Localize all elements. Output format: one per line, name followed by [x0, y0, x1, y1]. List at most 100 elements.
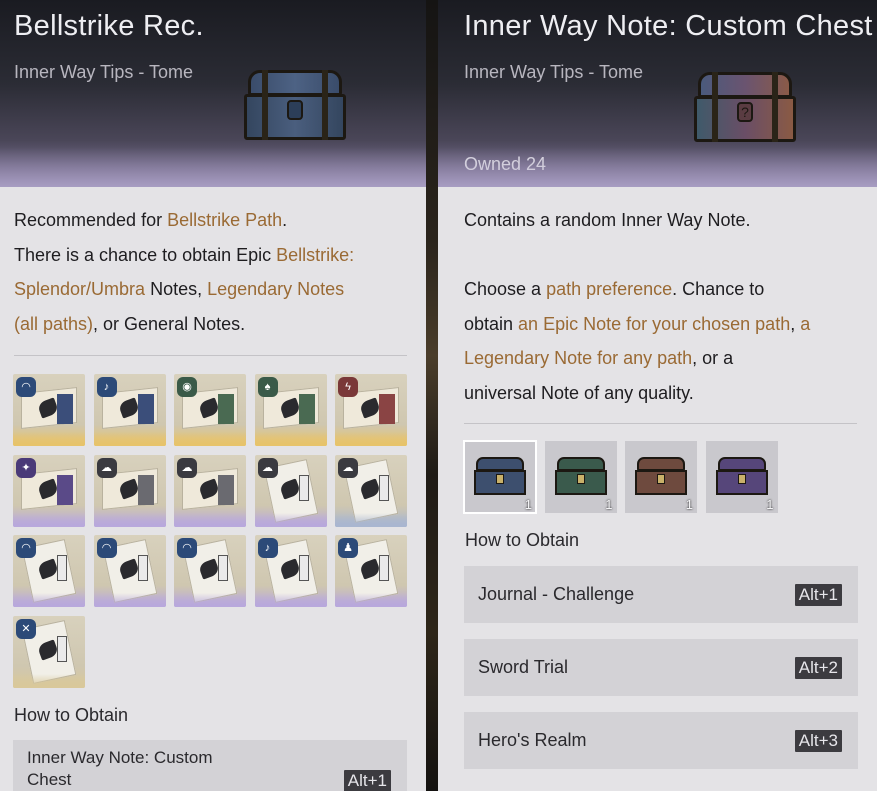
- chest-icon: [474, 457, 526, 495]
- rarity-glow: [13, 432, 85, 446]
- swirl-badge-note-icon[interactable]: ♪: [93, 374, 166, 446]
- item-title: Bellstrike Rec.: [14, 10, 204, 42]
- rarity-glow: [13, 512, 85, 527]
- path-badge-icon: ♪: [257, 538, 278, 558]
- obtain-source-name: Sword Trial: [478, 657, 569, 677]
- desc-text: Notes,: [145, 279, 208, 299]
- path-badge-icon: ♪: [96, 377, 117, 397]
- rainbow-book-note-icon[interactable]: ◠: [93, 535, 166, 607]
- desc-highlight: Bellstrike:: [276, 244, 355, 265]
- rarity-glow: [174, 512, 246, 527]
- path-badge-icon: ☁: [338, 457, 358, 478]
- chest-quantity: 1: [766, 497, 774, 512]
- note-strip: [298, 394, 315, 424]
- desc-text: . Chance to: [672, 279, 765, 299]
- path-badge-icon: ◠: [177, 538, 197, 558]
- crossed-swords-book-note-icon[interactable]: ✕: [13, 615, 85, 688]
- item-description: Recommended for Bellstrike Path. There i…: [14, 203, 414, 341]
- drop-badge-note-icon[interactable]: ♠: [254, 374, 327, 446]
- obtain-source-sword-trial[interactable]: Sword Trial Alt+2: [464, 639, 858, 696]
- blue-chest-icon: [244, 70, 346, 140]
- path-badge-icon: ◠: [16, 377, 36, 397]
- path-badge-icon: ◉: [177, 377, 197, 397]
- chest-variant-slot[interactable]: 1: [544, 441, 617, 513]
- item-category: Inner Way Tips - Tome: [14, 62, 194, 82]
- path-badge-icon: ☁: [96, 457, 117, 478]
- obtain-source-journal-challenge[interactable]: Journal - Challenge Alt+1: [464, 566, 858, 623]
- seal-badge-note-icon[interactable]: ◉: [174, 374, 246, 446]
- rarity-glow: [13, 593, 85, 607]
- rarity-glow: [93, 432, 166, 446]
- wave-book-note-icon[interactable]: ◠: [13, 535, 85, 607]
- flame-badge-note-icon[interactable]: ✦: [13, 454, 85, 527]
- note-strip: [137, 394, 154, 424]
- drop-book-note-icon[interactable]: ♪: [254, 535, 327, 607]
- bolt-badge-note-icon[interactable]: ϟ: [335, 374, 407, 446]
- note-strip: [57, 394, 73, 424]
- divider: [14, 355, 407, 356]
- question-card-note-icon[interactable]: ☁: [335, 454, 407, 527]
- obtain-source-name: Journal - Challenge: [478, 584, 635, 604]
- rarity-glow: [335, 593, 407, 607]
- chest-variant-slot[interactable]: 1: [705, 441, 778, 513]
- rainbow-book-note-icon[interactable]: ◠: [174, 535, 246, 607]
- note-strip: [379, 555, 389, 581]
- note-strip: [137, 555, 148, 581]
- obtain-line: Chest: [27, 770, 72, 789]
- figure-book-note-icon[interactable]: ♟: [335, 535, 407, 607]
- note-strip: [57, 555, 67, 581]
- divider: [464, 423, 857, 424]
- obtain-source-custom-chest[interactable]: Inner Way Note: Custom Chest Alt+1: [13, 740, 407, 791]
- shortcut-key: Alt+2: [794, 657, 842, 679]
- note-strip: [298, 474, 309, 501]
- how-to-obtain-label: How to Obtain: [14, 705, 129, 725]
- desc-text: .: [282, 210, 288, 230]
- desc-text: universal Note of any quality.: [464, 382, 694, 403]
- note-strip: [137, 474, 154, 505]
- owned-count: Owned 24: [464, 154, 547, 174]
- shortcut-key: Alt+3: [794, 730, 842, 752]
- obtain-source-name: Hero's Realm: [478, 730, 587, 750]
- note-strip: [218, 474, 234, 505]
- path-badge-icon: ☁: [177, 457, 197, 478]
- wave-badge-note-icon[interactable]: ◠: [13, 374, 85, 446]
- chest-variant-slot[interactable]: 1: [625, 441, 697, 513]
- chest-icon: [554, 457, 607, 495]
- desc-highlight: an Epic Note for your chosen path: [518, 313, 791, 334]
- path-badge-icon: ✕: [16, 618, 36, 639]
- path-badge-icon: ☁: [257, 457, 278, 478]
- cloud-badge-note-icon[interactable]: ☁: [93, 454, 166, 527]
- note-strip: [57, 474, 73, 505]
- obtain-source-name: Inner Way Note: Custom Chest: [27, 747, 213, 791]
- shortcut-key: Alt+1: [343, 770, 391, 791]
- obtain-source-heros-realm[interactable]: Hero's Realm Alt+3: [464, 712, 858, 769]
- cloud-badge-note-icon[interactable]: ☁: [174, 454, 246, 527]
- question-note-icon[interactable]: ☁: [254, 454, 327, 527]
- item-description: Contains a random Inner Way Note. Choose…: [464, 203, 869, 410]
- rarity-glow: [254, 512, 327, 527]
- path-badge-icon: ◠: [16, 538, 36, 558]
- desc-highlight: Legendary Note for any path: [464, 348, 693, 368]
- desc-text: ,: [790, 313, 801, 334]
- rarity-glow: [93, 593, 166, 607]
- desc-highlight: path preference: [546, 279, 673, 299]
- desc-highlight: (all paths): [14, 313, 94, 334]
- chest-icon: [635, 457, 687, 495]
- path-badge-icon: ♠: [257, 377, 278, 397]
- rarity-glow: [254, 593, 327, 607]
- desc-text: , or General Notes.: [93, 313, 246, 334]
- tooltip-header: Bellstrike Rec. Inner Way Tips - Tome: [0, 0, 426, 187]
- desc-highlight: a: [800, 313, 811, 334]
- mystery-chest-icon: ?: [694, 72, 796, 142]
- path-badge-icon: ♟: [338, 538, 358, 558]
- note-strip: [57, 635, 67, 662]
- note-strip: [298, 555, 309, 581]
- rarity-glow: [335, 432, 407, 446]
- obtain-line: Inner Way Note: Custom: [27, 748, 213, 767]
- chest-quantity: 1: [685, 497, 693, 512]
- chest-quantity: 1: [605, 497, 613, 512]
- desc-text: There is a chance to obtain Epic: [14, 244, 277, 265]
- chest-variant-slot[interactable]: 1: [463, 440, 537, 514]
- desc-highlight: Legendary Notes: [207, 279, 345, 299]
- chest-icon: [715, 457, 768, 495]
